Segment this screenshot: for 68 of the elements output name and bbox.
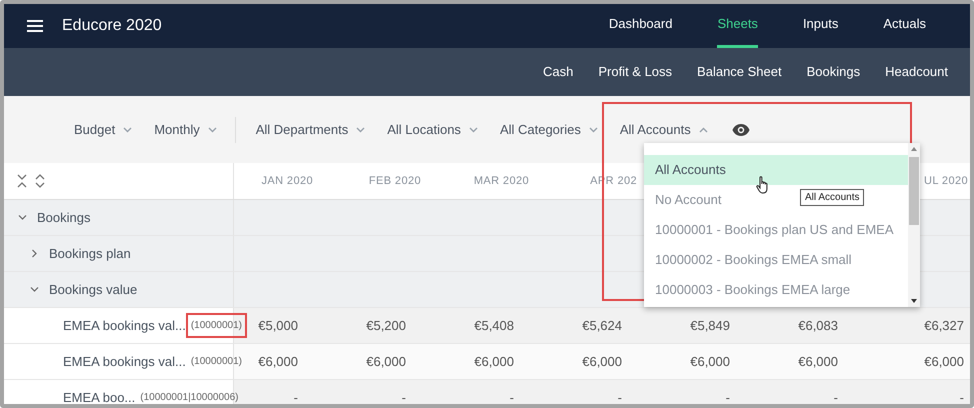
expand-all-icon[interactable] [35, 173, 45, 189]
table-cell: €6,000 [258, 354, 298, 369]
hand-cursor-icon [756, 176, 770, 194]
chevron-icon[interactable] [30, 249, 39, 258]
filter-dropdown[interactable]: Monthly [150, 114, 221, 144]
nav-tab[interactable]: Inputs [802, 4, 838, 48]
filter-dropdown[interactable]: All Accounts [616, 114, 712, 144]
account-code: (10000001) [190, 355, 243, 369]
chevron-icon [208, 126, 217, 132]
table-cell: €5,000 [258, 318, 298, 333]
column-header: MAR 2020 [474, 175, 529, 187]
scroll-down-icon[interactable] [911, 299, 917, 303]
chevron-icon [356, 126, 366, 132]
sub-tab[interactable]: Headcount [885, 64, 948, 80]
account-code: (10000001) [186, 313, 247, 338]
chevron-icon[interactable] [30, 285, 39, 294]
sub-tab[interactable]: Balance Sheet [697, 64, 782, 80]
table-cell: €6,000 [690, 354, 730, 369]
table-cell: - [834, 390, 838, 404]
chevron-icon[interactable] [18, 213, 27, 222]
table-cell: - [618, 390, 622, 404]
chevron-icon [588, 126, 598, 132]
table-cell: €6,000 [474, 354, 514, 369]
table-cell: €6,000 [582, 354, 622, 369]
row-label: Bookings plan [49, 246, 131, 261]
menu-icon[interactable] [27, 20, 43, 32]
table-cell: €5,200 [366, 318, 406, 333]
table-cell: €5,624 [582, 318, 622, 333]
eye-icon[interactable] [732, 124, 750, 136]
column-header: JAN 2020 [261, 175, 313, 187]
row-label: Bookings [37, 210, 90, 225]
row-label: EMEA bookings val... [63, 318, 186, 333]
table-cell: €5,408 [474, 318, 514, 333]
table-cell: €6,000 [798, 354, 838, 369]
filter-dropdown[interactable]: All Categories [496, 114, 602, 144]
table-cell: - [960, 390, 964, 404]
table-cell: €6,000 [924, 354, 964, 369]
table-cell: - [402, 390, 406, 404]
dropdown-option[interactable]: All Accounts [644, 155, 908, 185]
table-cell: - [294, 390, 298, 404]
tooltip: All Accounts [800, 189, 864, 206]
column-header: UL 2020 [924, 175, 968, 187]
column-header: FEB 2020 [368, 175, 421, 187]
filter-dropdown[interactable]: All Departments [252, 114, 370, 144]
filter-dropdown[interactable]: Budget [70, 114, 136, 144]
table-cell: €6,000 [366, 354, 406, 369]
nav-tab[interactable]: Dashboard [608, 4, 672, 48]
row-label: EMEA bookings val... [63, 354, 186, 369]
row-label: Bookings value [49, 282, 138, 297]
table-cell: €6,083 [798, 318, 838, 333]
scroll-up-icon[interactable] [911, 147, 917, 151]
scrollbar-thumb[interactable] [909, 157, 919, 225]
row-label: EMEA boo... [63, 390, 136, 404]
table-cell: €5,849 [690, 318, 730, 333]
table-cell: - [510, 390, 514, 404]
nav-tab[interactable]: Actuals [883, 4, 926, 48]
sub-tab[interactable]: Cash [542, 64, 574, 80]
app-title: Educore 2020 [62, 17, 162, 35]
collapse-all-icon[interactable] [17, 173, 27, 189]
chevron-icon [698, 126, 708, 132]
chevron-icon [123, 126, 132, 132]
chevron-icon [468, 126, 478, 132]
sub-tab[interactable]: Bookings [806, 64, 860, 80]
account-code: (10000001|10000006) [139, 391, 240, 404]
filter-dropdown[interactable]: All Locations [383, 114, 482, 144]
sub-tab[interactable]: Profit & Loss [598, 64, 672, 80]
table-cell: €6,327 [924, 318, 964, 333]
table-cell: - [726, 390, 730, 404]
